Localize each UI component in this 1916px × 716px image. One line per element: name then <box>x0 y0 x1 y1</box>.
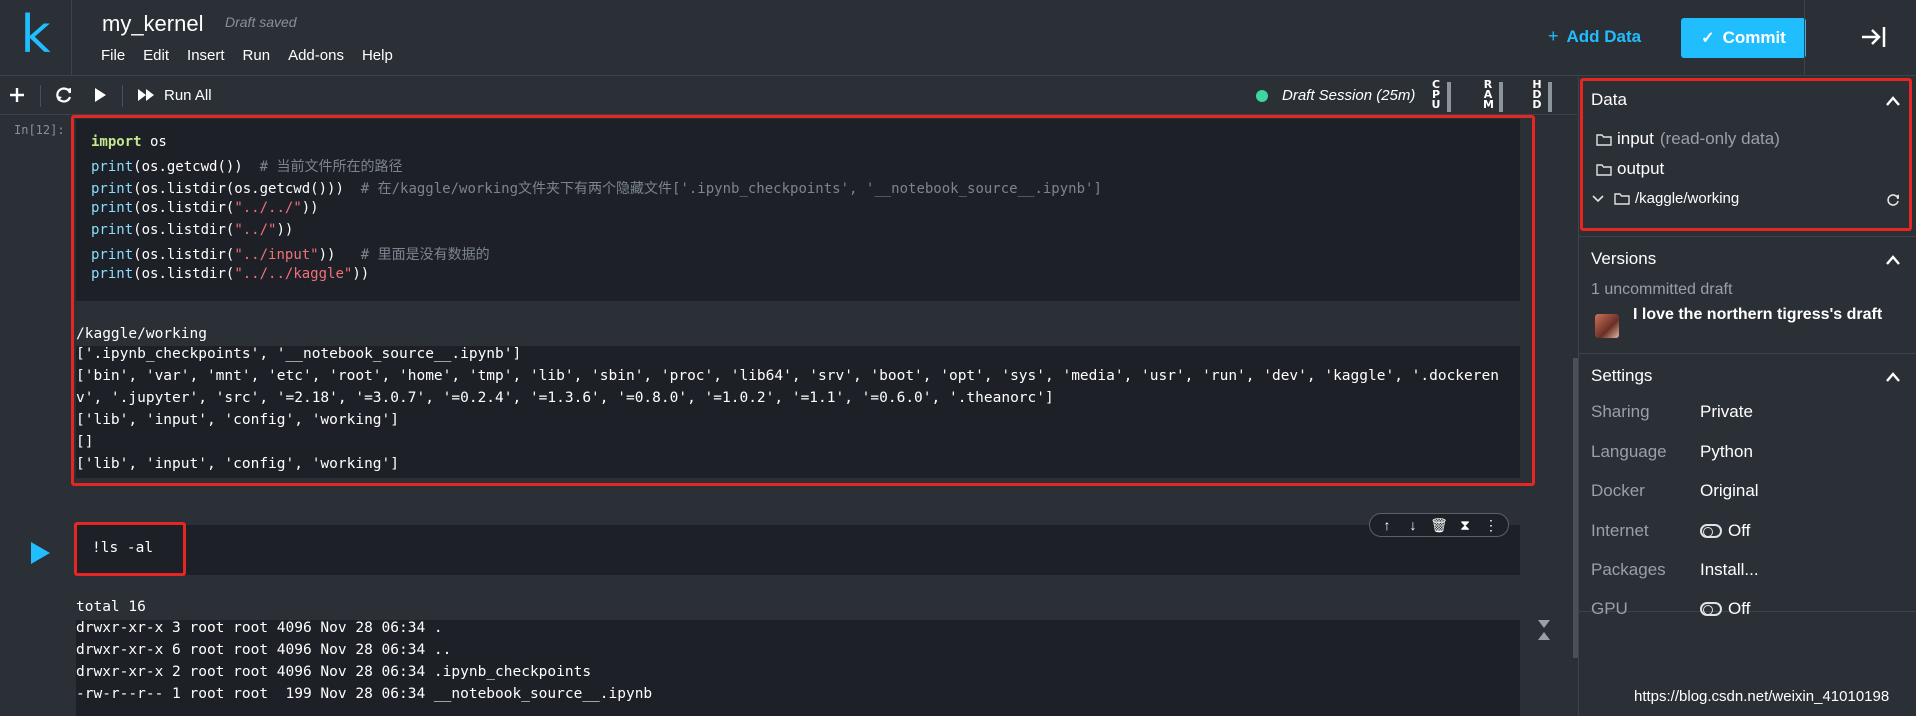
toggle-off-icon[interactable] <box>1700 602 1722 616</box>
chevron-up-icon[interactable] <box>1885 254 1901 266</box>
setting-sharing[interactable]: Sharing Private <box>1591 402 1753 422</box>
output-line: drwxr-xr-x 3 root root 4096 Nov 28 06:34… <box>76 620 443 636</box>
settings-section: Settings Sharing Private Language Python… <box>1579 354 1916 618</box>
menu-addons[interactable]: Add-ons <box>288 47 344 64</box>
setting-language[interactable]: Language Python <box>1591 442 1753 462</box>
setting-packages[interactable]: Packages Install... <box>1591 560 1759 580</box>
setting-value: Original <box>1700 481 1759 500</box>
restart-icon[interactable] <box>54 85 74 105</box>
cell-prompt: In[12]: <box>14 123 65 137</box>
collapse-sidebar-icon[interactable] <box>1858 22 1890 52</box>
menu-edit[interactable]: Edit <box>143 47 169 64</box>
cell-actions-toolbar: ↑ ↓ 🗑 ⧗ ⋮ <box>1369 513 1509 537</box>
menu-bar: File Edit Insert Run Add-ons Help <box>101 47 411 64</box>
toggle-label: Off <box>1728 599 1751 618</box>
output-line: total 16 <box>76 599 146 615</box>
toolbar-divider <box>40 85 41 107</box>
avatar <box>1595 314 1619 338</box>
setting-internet[interactable]: Internet Off <box>1591 521 1750 541</box>
output-line: drwxr-xr-x 6 root root 4096 Nov 28 06:34… <box>76 642 452 658</box>
run-all-icon[interactable] <box>136 85 156 105</box>
setting-value: Python <box>1700 442 1753 461</box>
draft-status: Draft saved <box>225 14 297 30</box>
settings-section-title[interactable]: Settings <box>1591 366 1652 386</box>
more-options-icon[interactable]: ⋮ <box>1481 515 1501 535</box>
add-data-button[interactable]: + Add Data <box>1548 26 1641 47</box>
move-up-icon[interactable]: ↑ <box>1377 515 1397 535</box>
setting-value: Off <box>1700 599 1750 619</box>
menu-file[interactable]: File <box>101 47 125 64</box>
setting-label: Docker <box>1591 481 1645 500</box>
setting-gpu[interactable]: GPU Off <box>1591 599 1750 619</box>
draft-version-link[interactable]: I love the northern tigress's draft <box>1633 306 1882 324</box>
output-line: -rw-r--r-- 1 root root 199 Nov 28 06:34 … <box>76 686 653 702</box>
versions-section-title[interactable]: Versions <box>1591 249 1656 269</box>
session-status[interactable]: Draft Session (25m) <box>1282 87 1415 104</box>
setting-label: Internet <box>1591 521 1649 540</box>
run-cell-icon[interactable] <box>90 85 110 105</box>
toggle-label: Off <box>1728 521 1751 540</box>
cpu-meter-label: CPU <box>1431 78 1441 111</box>
hdd-meter-label: HDD <box>1532 78 1542 111</box>
menu-insert[interactable]: Insert <box>187 47 225 64</box>
setting-value: Off <box>1700 521 1750 541</box>
ram-meter-label: RAM <box>1483 78 1494 111</box>
chevron-up-icon[interactable] <box>1885 371 1901 383</box>
menu-run[interactable]: Run <box>243 47 271 64</box>
add-data-label: Add Data <box>1566 27 1642 46</box>
header: k my_kernel Draft saved File Edit Insert… <box>0 0 1916 76</box>
toolbar-divider <box>122 85 123 107</box>
toggle-off-icon[interactable] <box>1700 524 1722 538</box>
annotation-highlight-box <box>1580 78 1912 231</box>
versions-section: Versions 1 uncommitted draft I love the … <box>1579 237 1916 354</box>
check-icon: ✓ <box>1701 30 1715 47</box>
code-cell-input[interactable] <box>76 525 1520 575</box>
collapse-output-icon[interactable] <box>1536 619 1552 641</box>
setting-label: Sharing <box>1591 402 1650 421</box>
plus-icon: + <box>1548 26 1559 46</box>
logo-letter: k <box>20 5 51 65</box>
run-all-button[interactable]: Run All <box>164 87 212 104</box>
annotation-highlight-box <box>71 115 1535 486</box>
commit-label: Commit <box>1722 28 1786 47</box>
setting-value: Install... <box>1700 560 1759 579</box>
setting-docker[interactable]: Docker Original <box>1591 481 1759 501</box>
ram-meter-bar <box>1499 82 1503 112</box>
kaggle-logo[interactable]: k <box>0 0 72 76</box>
uncommitted-count: 1 uncommitted draft <box>1591 281 1733 298</box>
kernel-title[interactable]: my_kernel <box>102 11 203 37</box>
menu-help[interactable]: Help <box>362 47 393 64</box>
add-cell-icon[interactable] <box>7 85 27 105</box>
setting-label: Packages <box>1591 560 1666 579</box>
hdd-meter-bar <box>1548 82 1552 112</box>
commit-button[interactable]: ✓ Commit <box>1681 18 1806 58</box>
setting-label: GPU <box>1591 599 1628 618</box>
watermark-url: https://blog.csdn.net/weixin_41010198 <box>1634 688 1890 705</box>
session-status-dot <box>1256 90 1268 102</box>
delete-icon[interactable]: 🗑 <box>1429 515 1449 535</box>
cpu-meter-bar <box>1447 82 1451 112</box>
setting-value: Private <box>1700 402 1753 421</box>
header-divider <box>1804 0 1805 76</box>
run-cell-button[interactable] <box>28 541 52 565</box>
output-line: drwxr-xr-x 2 root root 4096 Nov 28 06:34… <box>76 664 592 680</box>
annotation-highlight-box <box>74 522 186 576</box>
collapse-cell-icon[interactable]: ⧗ <box>1455 515 1475 535</box>
code-cell-output: drwxr-xr-x 3 root root 4096 Nov 28 06:34… <box>76 620 1520 716</box>
setting-label: Language <box>1591 442 1667 461</box>
move-down-icon[interactable]: ↓ <box>1403 515 1423 535</box>
